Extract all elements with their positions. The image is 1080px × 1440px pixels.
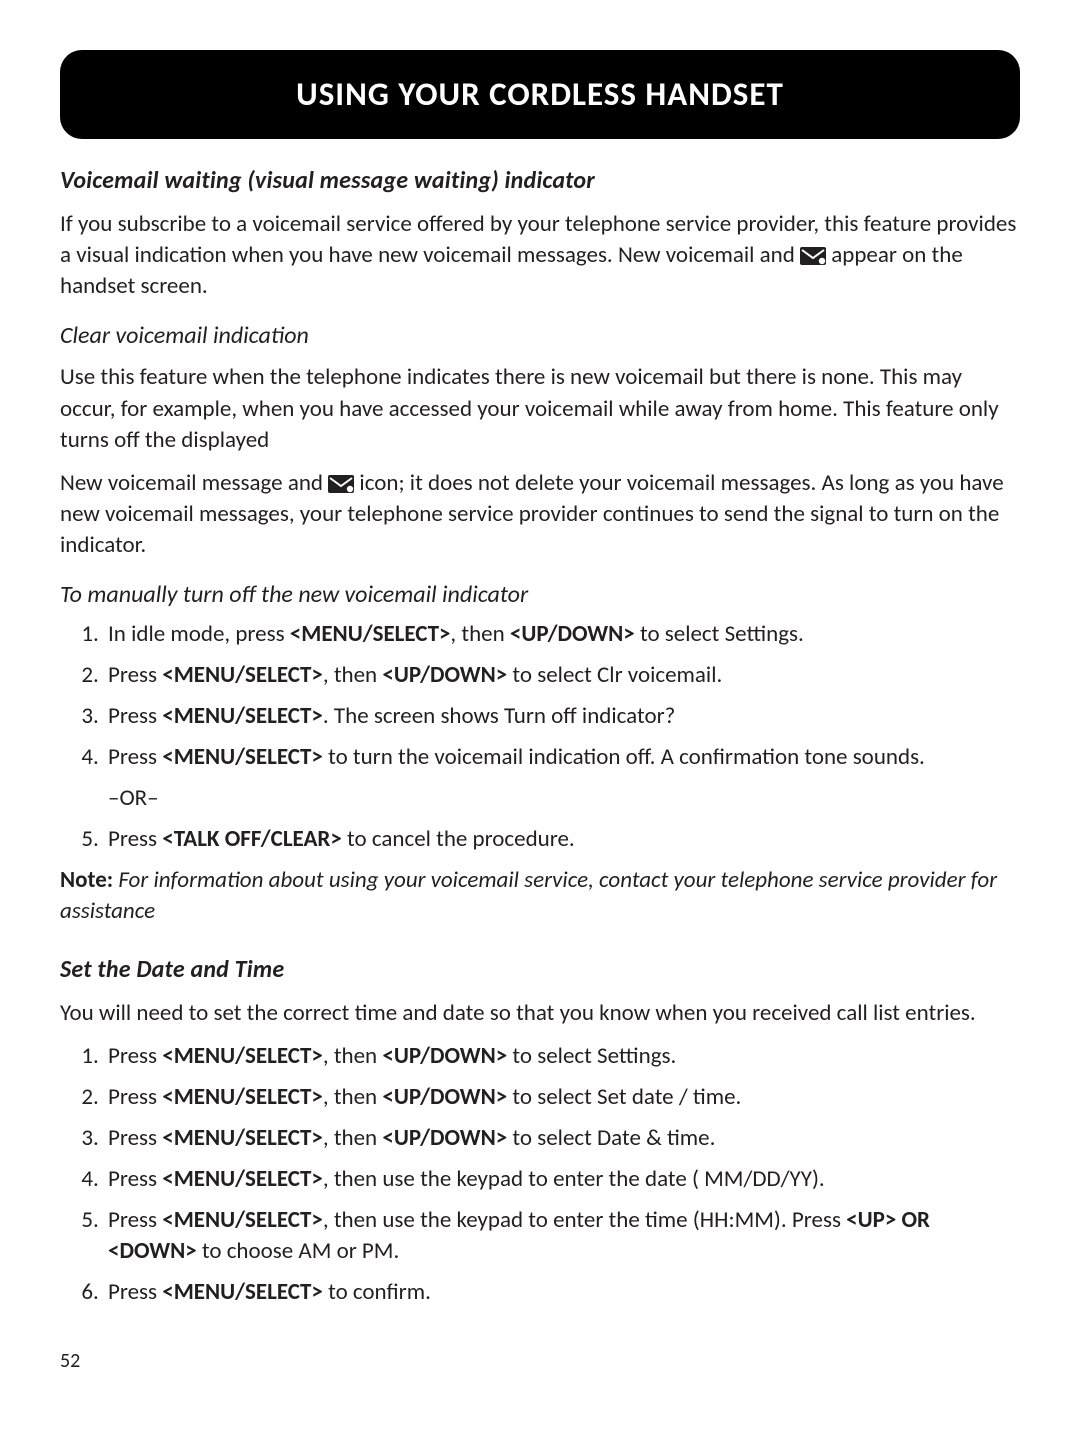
list-item: In idle mode, press <MENU/SELECT>, then … (104, 619, 1020, 650)
note-label: Note: (60, 866, 113, 894)
button-label: <UP/DOWN> (382, 1083, 507, 1111)
section-banner: USING YOUR CORDLESS HANDSET (60, 50, 1020, 139)
text: Press (108, 1083, 162, 1111)
button-label: <MENU/SELECT> (162, 1206, 323, 1234)
paragraph: If you subscribe to a voicemail service … (60, 209, 1020, 302)
text: , then (450, 620, 509, 648)
instruction-list: In idle mode, press <MENU/SELECT>, then … (60, 619, 1020, 855)
button-label: <MENU/SELECT> (162, 702, 323, 730)
list-item: Press <TALK OFF/CLEAR> to cancel the pro… (104, 824, 1020, 855)
text: Press (108, 825, 162, 853)
page-number: 52 (60, 1348, 1020, 1375)
envelope-icon (328, 475, 354, 493)
heading-manual-turnoff: To manually turn off the new voicemail i… (60, 579, 1020, 611)
text: Press (108, 743, 162, 771)
paragraph: You will need to set the correct time an… (60, 998, 1020, 1029)
heading-voicemail-waiting: Voicemail waiting (visual message waitin… (60, 165, 1020, 197)
note-paragraph: Note: For information about using your v… (60, 865, 1020, 927)
button-label: <UP/DOWN> (382, 661, 507, 689)
text: , then (323, 661, 382, 689)
heading-clear-voicemail: Clear voicemail indication (60, 320, 1020, 352)
text: to select Settings. (507, 1042, 676, 1070)
text: to confirm. (323, 1278, 431, 1306)
button-label: <MENU/SELECT> (290, 620, 451, 648)
list-item: Press <MENU/SELECT>, then use the keypad… (104, 1205, 1020, 1267)
button-label: <MENU/SELECT> (162, 1124, 323, 1152)
text: to cancel the procedure. (342, 825, 575, 853)
text: New voicemail message and (60, 469, 328, 497)
paragraph: New voicemail message and icon; it does … (60, 468, 1020, 561)
button-label: <MENU/SELECT> (162, 661, 323, 689)
text: to select Date & time. (507, 1124, 715, 1152)
list-item: Press <MENU/SELECT> to turn the voicemai… (104, 742, 1020, 814)
instruction-list: Press <MENU/SELECT>, then <UP/DOWN> to s… (60, 1041, 1020, 1308)
text: Press (108, 1042, 162, 1070)
document-page: USING YOUR CORDLESS HANDSET Voicemail wa… (0, 0, 1080, 1415)
text: to select Clr voicemail. (507, 661, 722, 689)
list-item: Press <MENU/SELECT>, then <UP/DOWN> to s… (104, 1082, 1020, 1113)
or-divider: –OR– (108, 783, 1020, 814)
text: , then (323, 1042, 382, 1070)
text: Press (108, 1278, 162, 1306)
button-label: <UP/DOWN> (510, 620, 635, 648)
button-label: <MENU/SELECT> (162, 1042, 323, 1070)
text: , then use the keypad to enter the date … (323, 1165, 825, 1193)
envelope-icon (800, 247, 826, 265)
list-item: Press <MENU/SELECT>, then <UP/DOWN> to s… (104, 1123, 1020, 1154)
text: to select Settings. (635, 620, 804, 648)
text: to turn the voicemail indication off. A … (323, 743, 925, 771)
text: Press (108, 702, 162, 730)
text: Press (108, 661, 162, 689)
list-item: Press <MENU/SELECT>. The screen shows Tu… (104, 701, 1020, 732)
button-label: <UP/DOWN> (382, 1124, 507, 1152)
text: , then use the keypad to enter the time … (323, 1206, 846, 1234)
text: to choose AM or PM. (197, 1237, 400, 1265)
list-item: Press <MENU/SELECT>, then use the keypad… (104, 1164, 1020, 1195)
button-label: <MENU/SELECT> (162, 1165, 323, 1193)
text: , then (323, 1124, 382, 1152)
button-label: <UP/DOWN> (382, 1042, 507, 1070)
button-label: <MENU/SELECT> (162, 743, 323, 771)
list-item: Press <MENU/SELECT> to confirm. (104, 1277, 1020, 1308)
button-label: <TALK OFF/CLEAR> (162, 825, 342, 853)
text: In idle mode, press (108, 620, 290, 648)
text: , then (323, 1083, 382, 1111)
button-label: <MENU/SELECT> (162, 1278, 323, 1306)
text: Press (108, 1124, 162, 1152)
text: Press (108, 1165, 162, 1193)
note-text: For information about using your voicema… (60, 866, 997, 925)
list-item: Press <MENU/SELECT>, then <UP/DOWN> to s… (104, 660, 1020, 691)
text: Press (108, 1206, 162, 1234)
text: to select Set date / time. (507, 1083, 741, 1111)
paragraph: Use this feature when the telephone indi… (60, 362, 1020, 455)
text: . The screen shows Turn off indicator? (323, 702, 675, 730)
button-label: <MENU/SELECT> (162, 1083, 323, 1111)
list-item: Press <MENU/SELECT>, then <UP/DOWN> to s… (104, 1041, 1020, 1072)
heading-set-date-time: Set the Date and Time (60, 954, 1020, 986)
